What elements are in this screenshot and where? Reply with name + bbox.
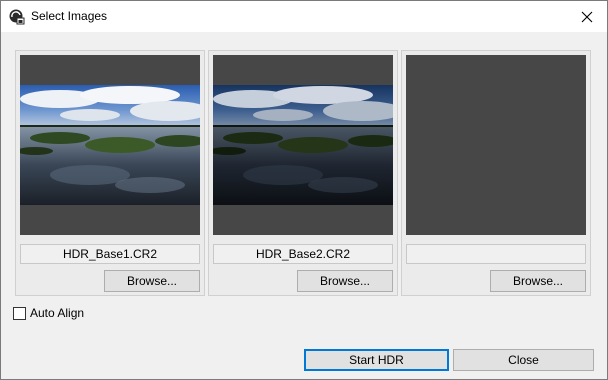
filename-field-1: HDR_Base1.CR2 — [20, 244, 200, 264]
image-slot-1: HDR_Base1.CR2 Browse... — [15, 50, 205, 296]
auto-align-label: Auto Align — [30, 306, 85, 320]
filename-field-2: HDR_Base2.CR2 — [213, 244, 393, 264]
app-icon — [9, 9, 25, 25]
image-preview-2 — [213, 55, 393, 235]
title-bar: Select Images — [1, 1, 607, 32]
browse-button-2[interactable]: Browse... — [297, 270, 393, 292]
image-slot-2: HDR_Base2.CR2 Browse... — [208, 50, 398, 296]
start-hdr-button[interactable]: Start HDR — [304, 349, 449, 371]
close-button[interactable]: Close — [453, 349, 594, 371]
image-preview-3 — [406, 55, 586, 235]
auto-align-checkbox[interactable] — [13, 307, 26, 320]
select-images-dialog: Select Images HDR_Base1.CR2 Browse... HD… — [0, 0, 608, 380]
window-title: Select Images — [31, 9, 108, 23]
close-icon[interactable] — [577, 7, 597, 27]
browse-button-1[interactable]: Browse... — [104, 270, 200, 292]
browse-button-3[interactable]: Browse... — [490, 270, 586, 292]
filename-field-3 — [406, 244, 586, 264]
image-preview-1 — [20, 55, 200, 235]
image-slot-3: Browse... — [401, 50, 591, 296]
